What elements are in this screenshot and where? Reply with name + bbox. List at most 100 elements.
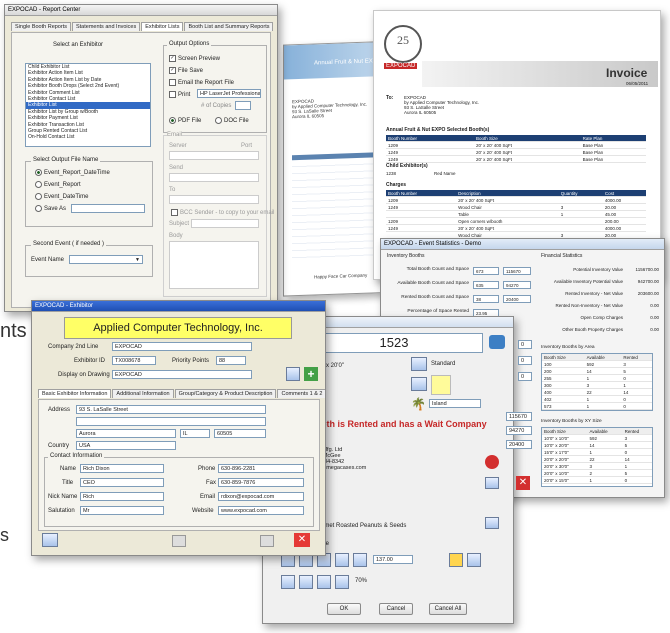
fax-field[interactable]: 630-859-7876 — [218, 478, 304, 487]
tab-group-category[interactable]: Group/Category & Product Description — [174, 389, 277, 398]
title-field[interactable]: CEO — [80, 478, 164, 487]
cancel-button[interactable]: Cancel — [379, 603, 413, 615]
nickname-label: Nick Name — [48, 494, 78, 500]
table-row: 1209 20' x 20' 400 SqFt 4000.00 — [386, 196, 646, 204]
tab-single-booth[interactable]: Single Booth Reports — [11, 22, 71, 31]
color-swatch[interactable] — [431, 375, 451, 395]
filename-option: Event_DateTime — [44, 194, 89, 201]
to-label: To: — [386, 95, 394, 101]
ok-button[interactable]: OK — [327, 603, 361, 615]
select-exhibitor-label: Select an Exhibitor — [53, 42, 104, 48]
zip-field[interactable]: 60505 — [214, 429, 266, 438]
subject-field[interactable] — [191, 219, 259, 228]
bcc-checkbox[interactable]: BCC Sender - to copy to your email — [171, 209, 274, 216]
email-field[interactable]: rdixon@expocad.com — [218, 492, 304, 501]
grid-icon[interactable] — [449, 553, 463, 567]
arrow-icon[interactable] — [489, 335, 505, 349]
table-row: 20'0" x 20'0" 22 14 — [542, 455, 652, 463]
no-entry-icon[interactable] — [485, 455, 499, 469]
tool-icon-5[interactable] — [353, 553, 367, 567]
copy-icon[interactable] — [260, 535, 274, 547]
state-field[interactable]: IL — [180, 429, 210, 438]
table-row: 255 1 0 — [542, 374, 652, 382]
area-table[interactable]: Booth Size Available Rented 100 592 3 200 14 5… — [541, 353, 653, 411]
stat-value: 115670 — [503, 267, 531, 275]
filename-radio-2[interactable]: Event_Report — [35, 181, 81, 188]
country-field[interactable]: USA — [76, 441, 176, 450]
building-icon[interactable] — [411, 377, 427, 391]
xy-table[interactable]: Booth Size Available Rented 10'0" x 10'0" 5… — [541, 427, 653, 487]
second-event-label: Second Event ( if needed ) — [31, 241, 107, 247]
name-field[interactable]: Rich Dixon — [80, 464, 164, 473]
company2-field[interactable]: EXPOCAD — [112, 342, 252, 351]
screen-preview-checkbox[interactable]: ✓ Screen Preview — [169, 55, 220, 62]
list-item[interactable]: On-Hold Contact List — [26, 134, 150, 140]
close-icon[interactable]: ✕ — [294, 533, 310, 547]
stats-title: EXPOCAD - Event Statistics - Demo — [381, 239, 664, 250]
fin-label: Other Booth Property Charges — [562, 327, 623, 332]
exhibitor-id-label: Exhibitor ID — [74, 358, 106, 364]
tool-icon-7[interactable] — [299, 575, 313, 589]
display-field[interactable]: EXPOCAD — [112, 370, 252, 379]
location-select[interactable]: Island — [429, 399, 481, 408]
tool-icon-9[interactable] — [335, 575, 349, 589]
file-save-checkbox[interactable]: ✓ File Save — [169, 67, 203, 74]
filename-option: Event_Report — [44, 182, 81, 189]
body-field[interactable] — [169, 241, 259, 289]
tab-exhibitor-lists[interactable]: Exhibitor Lists — [141, 22, 184, 31]
tab-statements[interactable]: Statements and Invoices — [71, 22, 141, 31]
delete-icon[interactable]: ✕ — [516, 476, 530, 490]
company-name-banner[interactable]: Applied Computer Technology, Inc. — [64, 317, 292, 339]
save-as-field[interactable] — [71, 204, 145, 213]
nickname-field[interactable]: Rich — [80, 492, 164, 501]
event-name-select[interactable] — [69, 255, 143, 264]
tab-additional-info[interactable]: Additional Information — [112, 389, 174, 398]
print-checkbox[interactable]: Print — [169, 91, 190, 98]
doc-radio[interactable]: DOC File — [215, 117, 249, 124]
city-field[interactable]: Aurora — [76, 429, 176, 438]
tool-icon-4[interactable] — [335, 553, 349, 567]
cancel-all-button[interactable]: Cancel All — [429, 603, 467, 615]
filename-radio-4[interactable]: Save As — [35, 205, 66, 212]
tool-icon-6[interactable] — [281, 575, 295, 589]
report-list[interactable]: Child Exhibitor List Exhibitor Action It… — [25, 63, 151, 147]
side-value: 0 — [518, 372, 532, 381]
tab-booth-list[interactable]: Booth List and Summary Reports — [184, 22, 274, 31]
to-field[interactable] — [169, 195, 259, 204]
priority-field[interactable]: 88 — [216, 356, 246, 365]
chevron-down-icon[interactable]: ▼ — [135, 257, 140, 263]
contact-card-icon[interactable] — [42, 533, 58, 547]
server-field[interactable] — [169, 151, 259, 160]
resize-icon[interactable] — [467, 553, 481, 567]
address-line-2[interactable] — [76, 417, 266, 426]
tool-icon-8[interactable] — [317, 575, 331, 589]
table-row: 15'0" x 17'0" 1 0 — [542, 448, 652, 456]
copies-stepper[interactable] — [235, 101, 251, 110]
booth-type-icon[interactable] — [411, 357, 427, 371]
scale-field[interactable]: 137.00 — [373, 555, 413, 564]
add-icon[interactable]: + — [304, 367, 318, 381]
print-icon[interactable] — [172, 535, 186, 547]
pdf-radio[interactable]: PDF File — [169, 117, 201, 124]
edit-icon[interactable] — [485, 477, 499, 489]
copies-label: # of Copies — [201, 103, 232, 109]
email-checkbox[interactable]: Email the Report File — [169, 79, 234, 86]
tab-basic-info[interactable]: Basic Exhibitor Information — [38, 389, 112, 398]
booth-number-field[interactable]: 1523 — [303, 333, 483, 353]
printer-select[interactable]: HP LaserJet Professional CP1525 — [197, 89, 261, 98]
tab-comments[interactable]: Comments 1 & 2 — [277, 389, 325, 398]
document-footer: Happy Face Car Company — [314, 272, 368, 280]
address-line-1[interactable]: 93 S. LaSalle Street — [76, 405, 266, 414]
salutation-field[interactable]: Mr — [80, 506, 164, 515]
filename-radio-1[interactable]: Event_Report_DateTime — [35, 169, 110, 176]
user-search-icon[interactable] — [286, 367, 300, 381]
fin-label: Open Comp Charges — [580, 315, 623, 320]
exhibitor-id-field[interactable]: TX008678 — [112, 356, 156, 365]
email-group-label: Email — [167, 132, 183, 138]
send-field[interactable] — [169, 173, 259, 182]
website-field[interactable]: www.expocad.com — [218, 506, 304, 515]
phone-field[interactable]: 630-896-2281 — [218, 464, 304, 473]
table-row: 400 22 14 — [542, 388, 652, 396]
product-edit-icon[interactable] — [485, 517, 499, 529]
filename-radio-3[interactable]: Event_DateTime — [35, 193, 88, 200]
